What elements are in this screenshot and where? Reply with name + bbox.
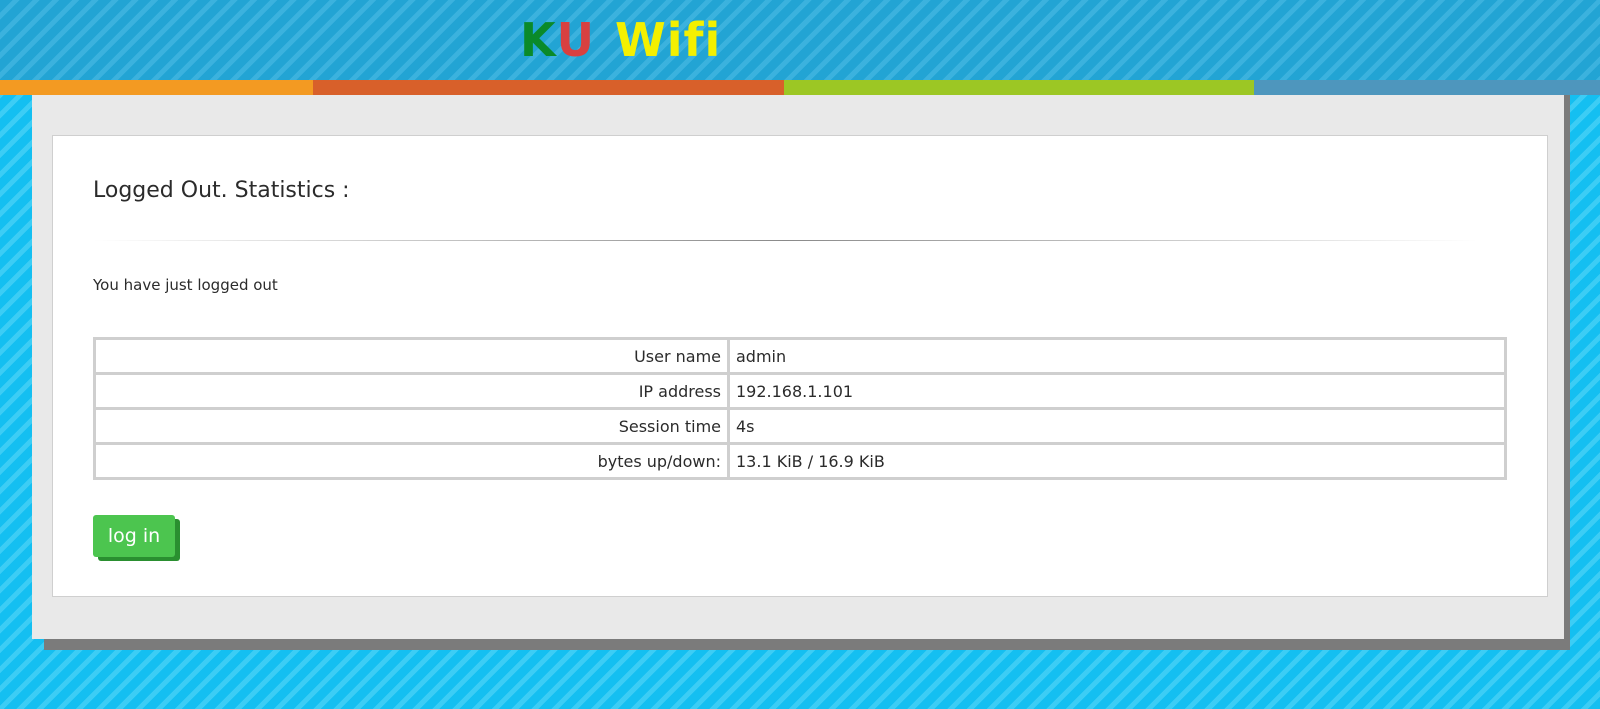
stat-value-user-name: admin — [727, 337, 1507, 375]
table-row: Session time 4s — [93, 407, 1507, 445]
color-bar-red — [313, 80, 784, 95]
statistics-table: User name admin IP address 192.168.1.101… — [93, 337, 1507, 480]
stat-label-bytes: bytes up/down: — [93, 442, 730, 480]
stat-value-ip-address: 192.168.1.101 — [727, 372, 1507, 410]
table-row: bytes up/down: 13.1 KiB / 16.9 KiB — [93, 442, 1507, 480]
main-panel: Logged Out. Statistics : You have just l… — [32, 95, 1570, 639]
color-bar-blue — [1254, 80, 1600, 95]
stat-label-ip-address: IP address — [93, 372, 730, 410]
color-bar — [0, 80, 1600, 95]
table-row: IP address 192.168.1.101 — [93, 372, 1507, 410]
logo: KU Wifi — [520, 12, 721, 68]
content-card: Logged Out. Statistics : You have just l… — [52, 135, 1548, 597]
header-banner: KU Wifi — [0, 0, 1600, 80]
color-bar-orange — [0, 80, 313, 95]
stat-label-user-name: User name — [93, 337, 730, 375]
color-bar-green — [784, 80, 1254, 95]
logo-wifi: Wifi — [615, 13, 722, 67]
logo-letter-k: K — [520, 13, 557, 67]
page-title: Logged Out. Statistics : — [93, 178, 350, 203]
logo-letter-u: U — [556, 13, 596, 67]
stat-value-session-time: 4s — [727, 407, 1507, 445]
table-row: User name admin — [93, 337, 1507, 375]
login-button[interactable]: log in — [93, 515, 175, 557]
divider — [93, 240, 1478, 241]
stat-value-bytes: 13.1 KiB / 16.9 KiB — [727, 442, 1507, 480]
stat-label-session-time: Session time — [93, 407, 730, 445]
logout-message: You have just logged out — [93, 276, 278, 294]
